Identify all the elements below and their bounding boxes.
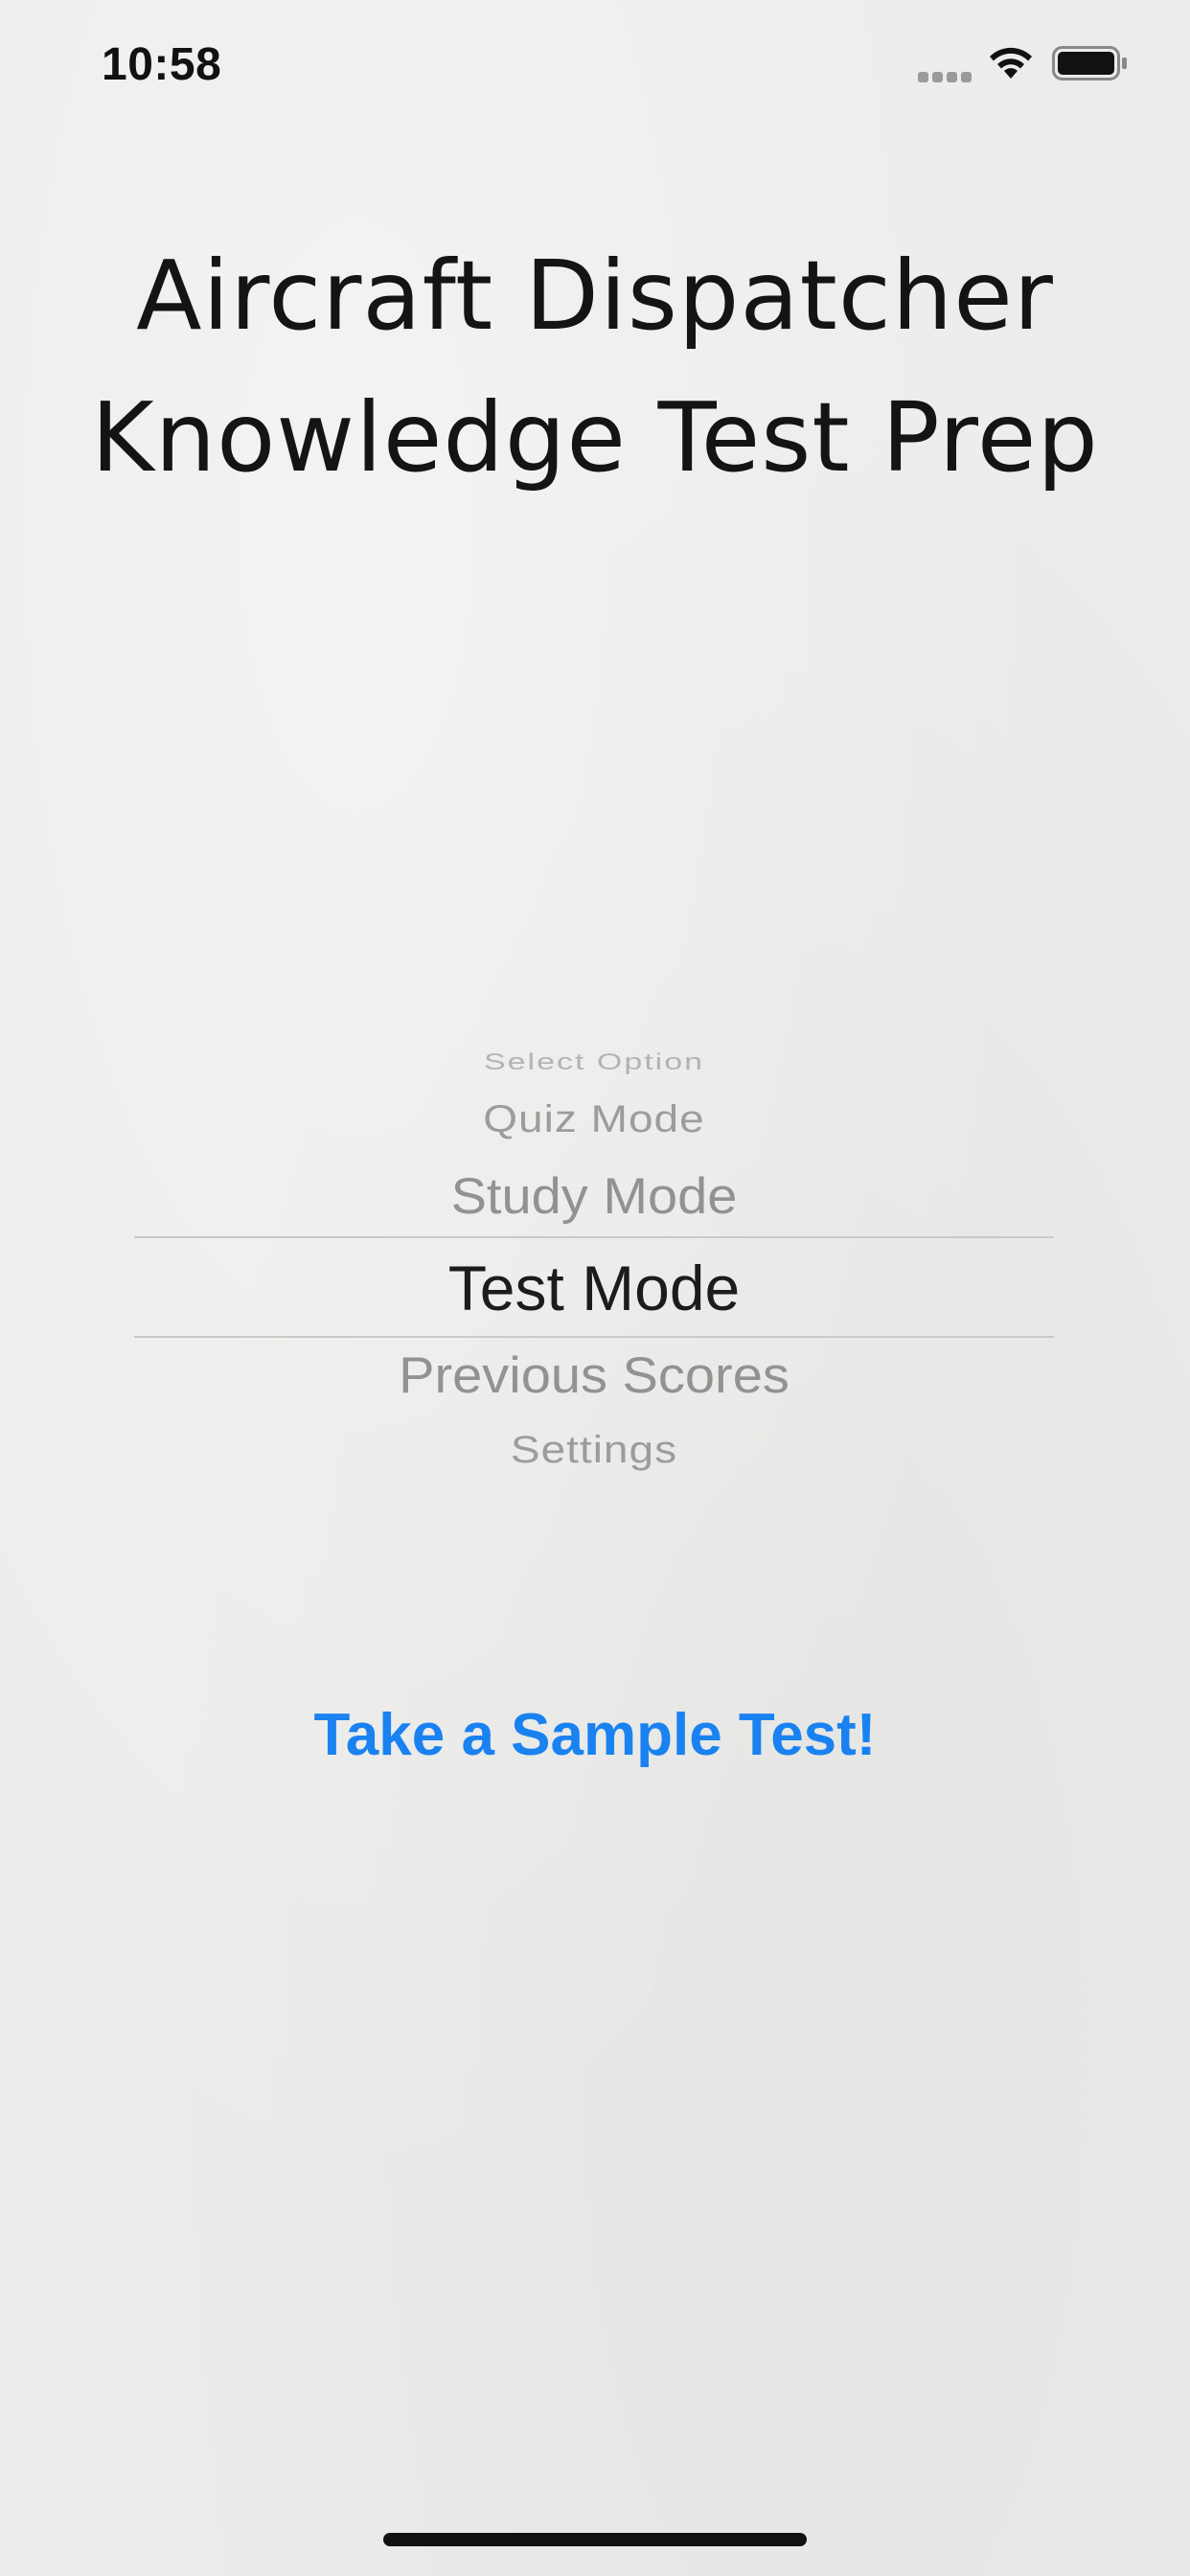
take-sample-test-button[interactable]: Take a Sample Test! (211, 1701, 979, 1769)
battery-icon (1052, 46, 1127, 80)
picker-option-select-option[interactable]: Select Option (134, 1048, 1054, 1075)
wifi-icon (990, 47, 1032, 79)
picker-option-study-mode[interactable]: Study Mode (134, 1166, 1054, 1226)
picker-option-quiz-mode[interactable]: Quiz Mode (134, 1096, 1054, 1140)
picker-option-previous-scores[interactable]: Previous Scores (134, 1346, 1054, 1405)
home-indicator[interactable] (383, 2533, 807, 2546)
picker-option-settings[interactable]: Settings (134, 1427, 1054, 1471)
cellular-signal-icon (918, 69, 973, 82)
status-time: 10:58 (102, 39, 222, 90)
picker-option-test-mode-selected[interactable]: Test Mode (134, 1252, 1054, 1324)
mode-picker[interactable]: Select Option Quiz Mode Study Mode Test … (134, 1035, 1054, 1495)
picker-selection-top-divider (134, 1236, 1054, 1238)
picker-selection-bottom-divider (134, 1336, 1054, 1338)
app-screen: 10:58 Aircraft Dispatcher Knowledge Test… (0, 0, 1190, 2576)
page-title: Aircraft Dispatcher Knowledge Test Prep (91, 240, 1099, 494)
status-bar: 10:58 (0, 0, 1190, 129)
